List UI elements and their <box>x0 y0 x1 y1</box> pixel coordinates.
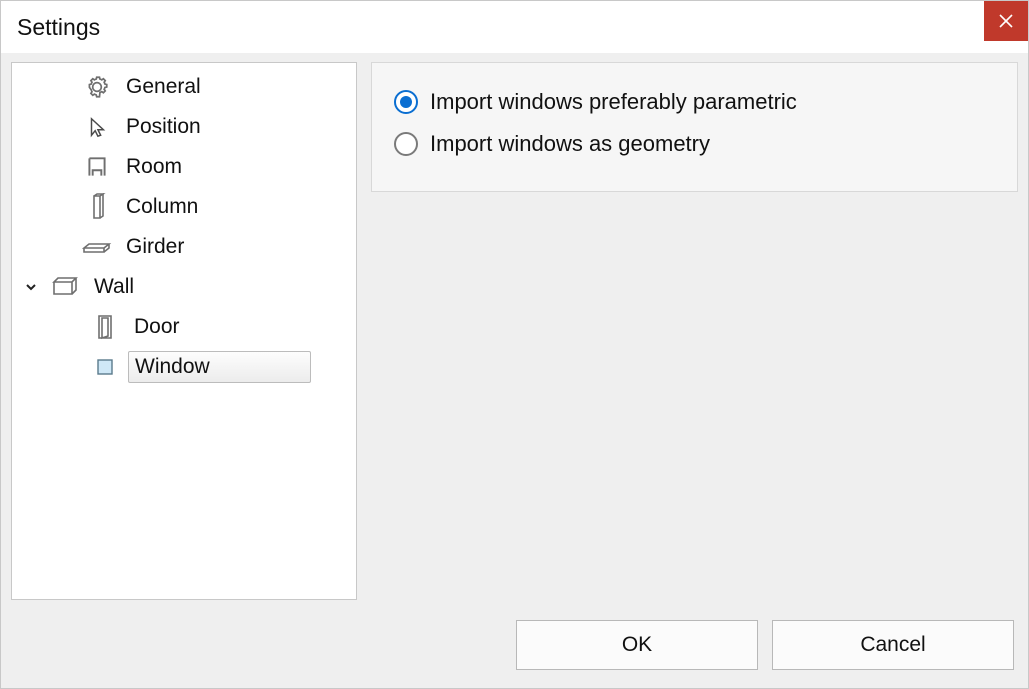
tree-item-label: General <box>120 73 207 101</box>
tree-item-label: Room <box>120 153 188 181</box>
tree-item-label: Window <box>128 351 311 383</box>
tree-item-label: Column <box>120 193 204 221</box>
tree-item-label: Door <box>128 313 186 341</box>
radio-label: Import windows preferably parametric <box>430 89 797 115</box>
tree-item-column[interactable]: Column <box>12 187 356 227</box>
radio-label: Import windows as geometry <box>430 131 710 157</box>
chevron-down-icon[interactable] <box>20 280 42 294</box>
tree-item-label: Girder <box>120 233 190 261</box>
tree-item-label: Wall <box>88 273 140 301</box>
settings-dialog: Settings General <box>0 0 1029 689</box>
window-icon <box>90 352 120 382</box>
category-tree[interactable]: General Position Room <box>11 62 357 600</box>
wall-icon <box>50 272 80 302</box>
cancel-button[interactable]: Cancel <box>772 620 1014 670</box>
button-label: OK <box>622 633 652 657</box>
tree-item-wall[interactable]: Wall <box>12 267 356 307</box>
dialog-title: Settings <box>17 14 100 41</box>
dialog-body: General Position Room <box>1 53 1028 602</box>
radio-import-geometry[interactable]: Import windows as geometry <box>394 123 995 165</box>
titlebar: Settings <box>1 1 1028 53</box>
gear-icon <box>82 72 112 102</box>
options-panel: Import windows preferably parametric Imp… <box>371 62 1018 192</box>
tree-item-position[interactable]: Position <box>12 107 356 147</box>
content-area: Import windows preferably parametric Imp… <box>371 62 1018 602</box>
cursor-icon <box>82 112 112 142</box>
ok-button[interactable]: OK <box>516 620 758 670</box>
radio-indicator <box>394 90 418 114</box>
button-label: Cancel <box>860 633 925 657</box>
room-icon <box>82 152 112 182</box>
tree-item-window[interactable]: Window <box>12 347 356 387</box>
close-button[interactable] <box>984 1 1028 41</box>
dialog-footer: OK Cancel <box>1 602 1028 688</box>
tree-item-door[interactable]: Door <box>12 307 356 347</box>
tree-item-girder[interactable]: Girder <box>12 227 356 267</box>
close-icon <box>999 14 1013 28</box>
girder-icon <box>82 232 112 262</box>
radio-indicator <box>394 132 418 156</box>
column-icon <box>82 192 112 222</box>
door-icon <box>90 312 120 342</box>
tree-item-room[interactable]: Room <box>12 147 356 187</box>
radio-import-parametric[interactable]: Import windows preferably parametric <box>394 81 995 123</box>
tree-item-general[interactable]: General <box>12 67 356 107</box>
tree-item-label: Position <box>120 113 207 141</box>
